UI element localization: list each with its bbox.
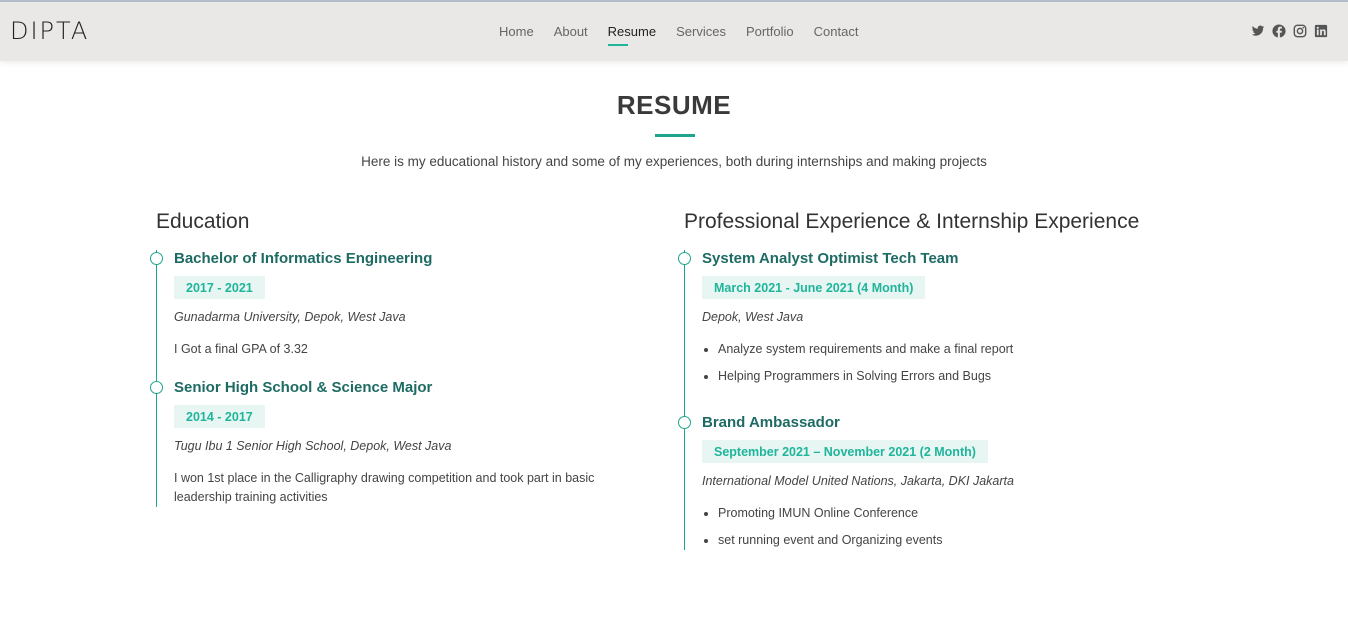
nav-home[interactable]: Home bbox=[499, 24, 534, 46]
item-date: 2014 - 2017 bbox=[174, 405, 265, 428]
title-underline bbox=[655, 134, 695, 137]
item-place: International Model United Nations, Jaka… bbox=[702, 474, 1014, 488]
list-item: set running event and Organizing events bbox=[718, 531, 1204, 550]
item-points: Analyze system requirements and make a f… bbox=[702, 340, 1204, 386]
main-nav: Home About Resume Services Portfolio Con… bbox=[489, 24, 868, 46]
list-item: Analyze system requirements and make a f… bbox=[718, 340, 1204, 359]
nav-contact[interactable]: Contact bbox=[814, 24, 859, 46]
education-timeline: Bachelor of Informatics Engineering 2017… bbox=[150, 250, 636, 507]
list-item: Helping Programmers in Solving Errors an… bbox=[718, 367, 1204, 386]
timeline-dot bbox=[678, 252, 691, 265]
item-title: Bachelor of Informatics Engineering bbox=[174, 250, 433, 267]
resume-item: Senior High School & Science Major 2014 … bbox=[150, 379, 636, 507]
timeline-dot bbox=[150, 252, 163, 265]
timeline-dot bbox=[150, 381, 163, 394]
resume-item: System Analyst Optimist Tech Team March … bbox=[678, 250, 1204, 414]
item-place: Gunadarma University, Depok, West Java bbox=[174, 310, 406, 324]
experience-title: Professional Experience & Internship Exp… bbox=[684, 210, 1140, 233]
experience-column: Professional Experience & Internship Exp… bbox=[678, 210, 1204, 558]
item-title: Senior High School & Science Major bbox=[174, 379, 433, 396]
item-date: 2017 - 2021 bbox=[174, 276, 265, 299]
list-item: Promoting IMUN Online Conference bbox=[718, 504, 1204, 523]
nav-resume[interactable]: Resume bbox=[607, 24, 656, 46]
nav-about[interactable]: About bbox=[554, 24, 588, 46]
item-description: I won 1st place in the Calligraphy drawi… bbox=[174, 471, 595, 504]
timeline-dot bbox=[678, 416, 691, 429]
linkedin-icon[interactable] bbox=[1314, 24, 1328, 38]
experience-timeline: System Analyst Optimist Tech Team March … bbox=[678, 250, 1204, 550]
facebook-icon[interactable] bbox=[1272, 24, 1286, 38]
item-date: September 2021 – November 2021 (2 Month) bbox=[702, 440, 988, 463]
item-points: Promoting IMUN Online Conference set run… bbox=[702, 504, 1204, 550]
item-description: I Got a final GPA of 3.32 bbox=[174, 342, 308, 356]
item-place: Tugu Ibu 1 Senior High School, Depok, We… bbox=[174, 439, 452, 453]
education-title: Education bbox=[156, 210, 250, 233]
section-subtitle: Here is my educational history and some … bbox=[361, 154, 987, 169]
site-header: DIPTA Home About Resume Services Portfol… bbox=[0, 2, 1348, 61]
site-logo[interactable]: DIPTA bbox=[10, 17, 89, 45]
item-date: March 2021 - June 2021 (4 Month) bbox=[702, 276, 926, 299]
social-links bbox=[1251, 24, 1328, 38]
item-title: Brand Ambassador bbox=[702, 414, 840, 431]
item-place: Depok, West Java bbox=[702, 310, 804, 324]
section-title: RESUME bbox=[616, 90, 732, 120]
item-title: System Analyst Optimist Tech Team bbox=[702, 250, 959, 267]
instagram-icon[interactable] bbox=[1293, 24, 1307, 38]
twitter-icon[interactable] bbox=[1251, 24, 1265, 38]
nav-services[interactable]: Services bbox=[676, 24, 726, 46]
resume-item: Bachelor of Informatics Engineering 2017… bbox=[150, 250, 636, 379]
education-column: Education Bachelor of Informatics Engine… bbox=[150, 210, 636, 507]
nav-portfolio[interactable]: Portfolio bbox=[746, 24, 794, 46]
resume-item: Brand Ambassador September 2021 – Novemb… bbox=[678, 414, 1204, 550]
